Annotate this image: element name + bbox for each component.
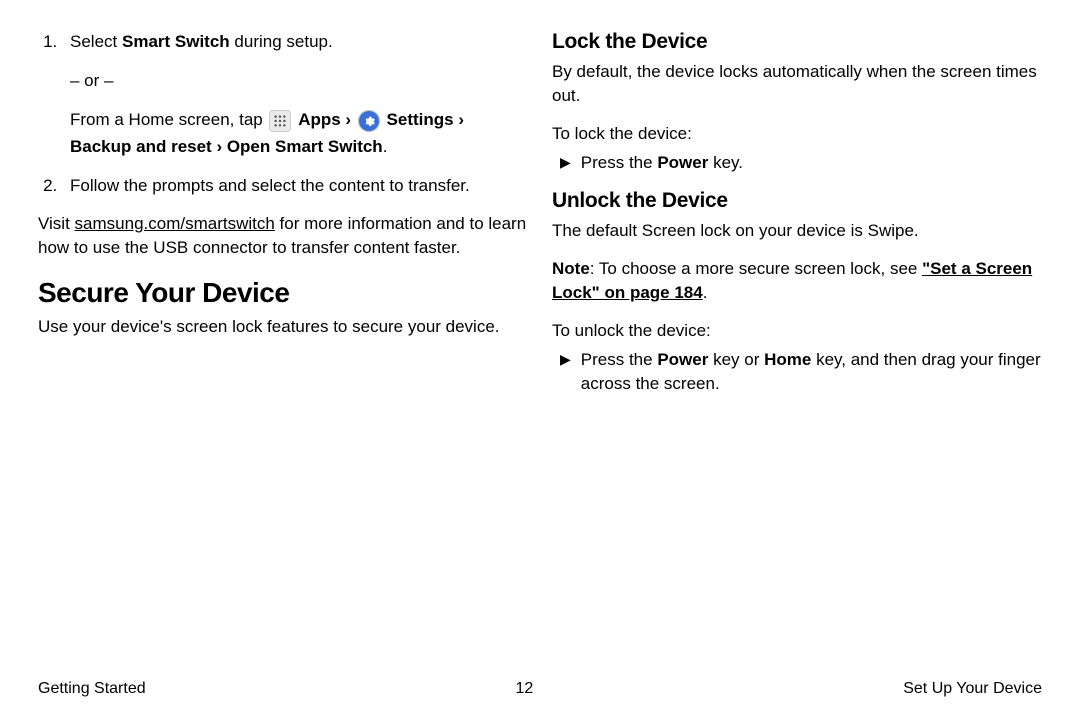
step-2: Follow the prompts and select the conten…: [62, 174, 528, 198]
home-path-a: From a Home screen, tap: [70, 110, 267, 129]
note-b: : To choose a more secure screen lock, s…: [590, 259, 922, 278]
arrow-icon: ▶: [560, 348, 571, 370]
note-c: .: [703, 283, 708, 302]
left-column: Select Smart Switch during setup. – or –…: [38, 30, 528, 408]
lock-para: By default, the device locks automatical…: [552, 60, 1042, 108]
apps-icon: [269, 110, 291, 132]
right-column: Lock the Device By default, the device l…: [552, 30, 1042, 408]
footer-right: Set Up Your Device: [903, 680, 1042, 698]
note-label: Note: [552, 259, 590, 278]
lock-heading: Lock the Device: [552, 30, 1042, 54]
step1-c: during setup.: [230, 32, 333, 51]
home-path-dot: .: [383, 137, 388, 156]
unlock-para: The default Screen lock on your device i…: [552, 219, 1042, 243]
unlock-bullet: ▶ Press the Power key or Home key, and t…: [552, 348, 1042, 396]
home-path-apps: Apps ›: [298, 110, 356, 129]
step1-or: – or –: [70, 68, 528, 94]
page-footer: Getting Started 12 Set Up Your Device: [38, 680, 1042, 698]
note-paragraph: Note: To choose a more secure screen loc…: [552, 257, 1042, 305]
step1-a: Select: [70, 32, 122, 51]
secure-heading: Secure Your Device: [38, 277, 528, 309]
unlock-lead: To unlock the device:: [552, 319, 1042, 343]
visit-paragraph: Visit samsung.com/smartswitch for more i…: [38, 212, 528, 260]
arrow-icon: ▶: [560, 151, 571, 173]
smartswitch-link[interactable]: samsung.com/smartswitch: [75, 214, 275, 233]
footer-left: Getting Started: [38, 680, 146, 698]
unlock-bullet-text: Press the Power key or Home key, and the…: [581, 348, 1042, 396]
secure-sub: Use your device's screen lock features t…: [38, 315, 528, 339]
step1-b: Smart Switch: [122, 32, 230, 51]
footer-page-number: 12: [516, 680, 534, 698]
lock-bullet: ▶ Press the Power key.: [552, 151, 1042, 175]
two-column-layout: Select Smart Switch during setup. – or –…: [38, 30, 1042, 408]
lock-bullet-text: Press the Power key.: [581, 151, 743, 175]
visit-a: Visit: [38, 214, 75, 233]
step1-home-path: From a Home screen, tap Apps › Settings …: [70, 107, 528, 160]
unlock-heading: Unlock the Device: [552, 189, 1042, 213]
settings-icon: [358, 110, 380, 132]
steps-list: Select Smart Switch during setup. – or –…: [38, 30, 528, 198]
step-1: Select Smart Switch during setup. – or –…: [62, 30, 528, 160]
lock-lead: To lock the device:: [552, 122, 1042, 146]
